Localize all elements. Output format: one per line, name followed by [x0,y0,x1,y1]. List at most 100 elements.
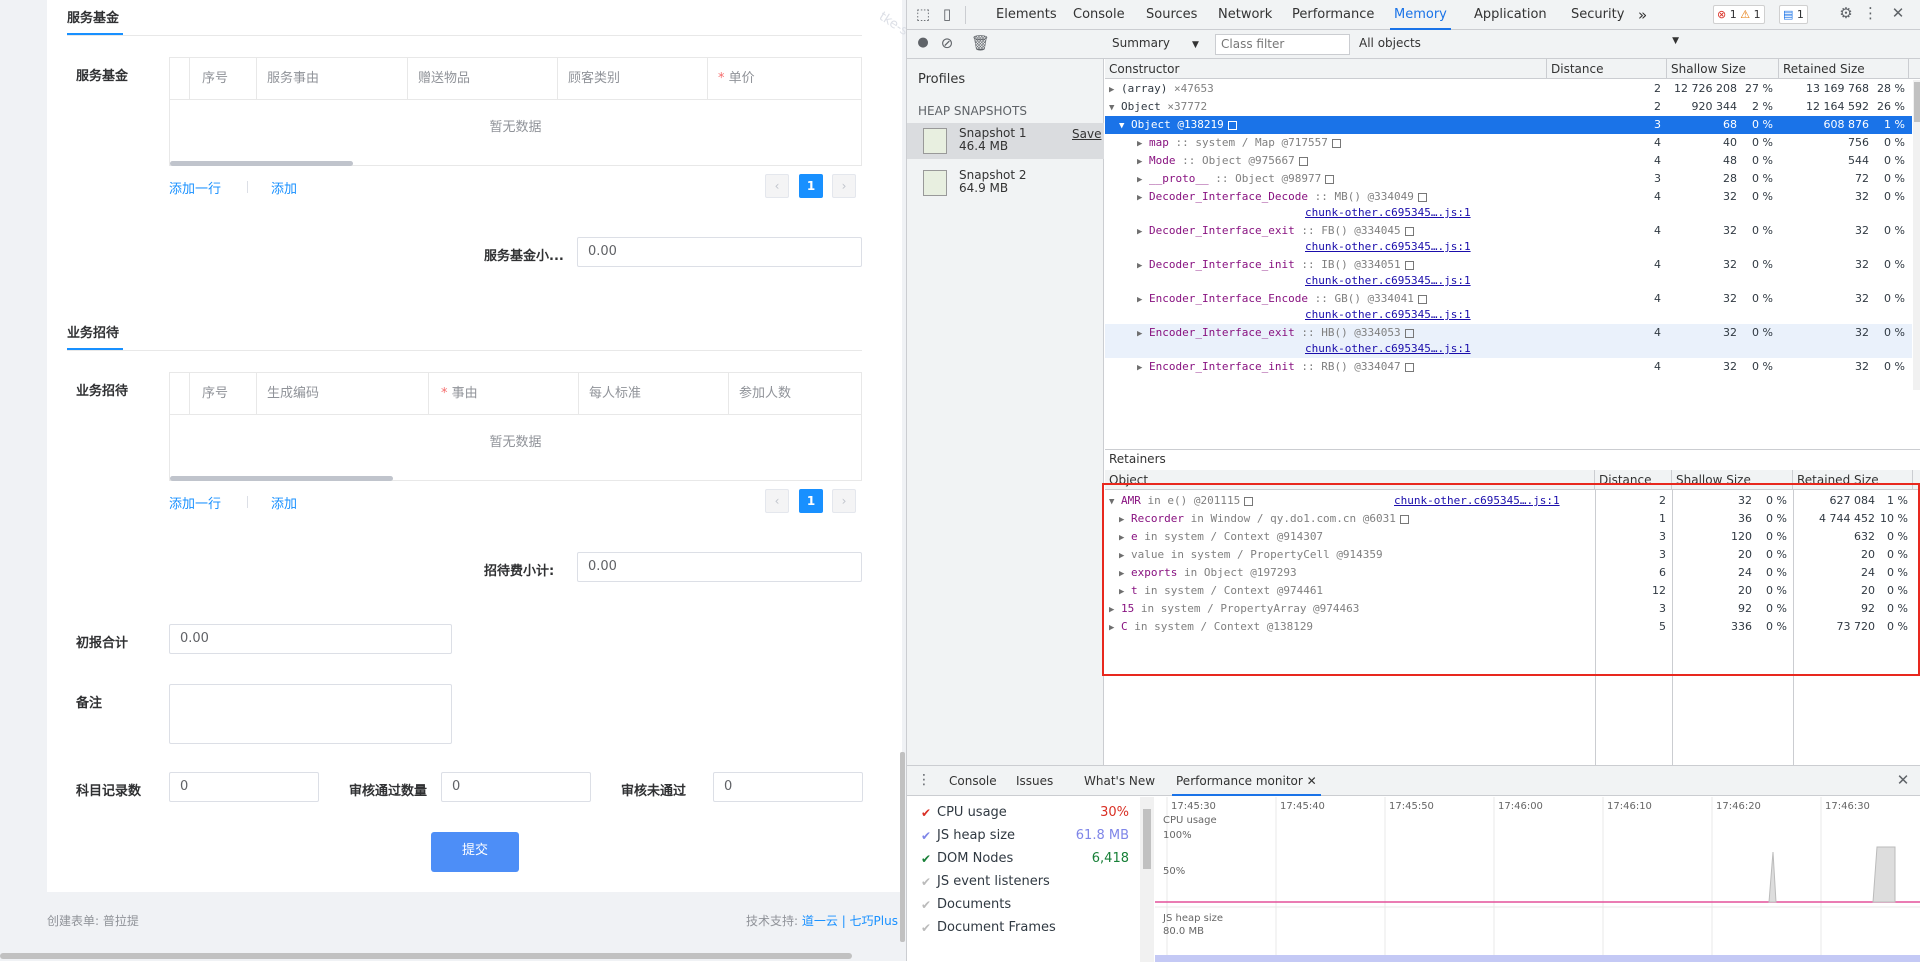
fund-subtotal-input[interactable]: 0.00 [577,237,862,267]
device-toolbar-icon[interactable]: ▯ [938,5,956,23]
heap-row[interactable]: ▶ Decoder_Interface_init :: IB() @334051 4… [1105,256,1912,290]
drawer-tab-performance-monitor[interactable]: Performance monitor ✕ [1172,766,1321,796]
scope-select[interactable]: All objects ▼ [1359,36,1689,50]
source-link[interactable]: chunk-other.c695345….js:1 [1305,306,1471,324]
heap-row[interactable]: ▶ __proto__ :: Object @98977 3 28 0 % 72 0 % [1105,170,1912,188]
tab-security[interactable]: Security [1571,0,1624,30]
messages-counter[interactable]: ▤ 1 [1779,5,1808,24]
trash-icon[interactable]: 🗑 [971,34,990,52]
checkmark-icon[interactable]: ✔ [921,914,931,942]
subject-count-input[interactable]: 0 [169,772,319,802]
tab-network[interactable]: Network [1218,0,1272,30]
initial-total-input[interactable]: 0.00 [169,624,452,654]
expand-triangle-icon[interactable]: ▶ [1137,135,1149,153]
source-link[interactable]: chunk-other.c695345….js:1 [1305,204,1471,222]
heap-row[interactable]: ▶ Encoder_Interface_init :: RB() @334047 4… [1105,358,1912,376]
tab-application[interactable]: Application [1474,0,1547,30]
heap-row[interactable]: ▶ (array) ×47653 2 12 726 208 27 % 13 169 768… [1105,80,1912,98]
expand-triangle-icon[interactable]: ▶ [1137,359,1149,377]
add-link[interactable]: 添加 [271,178,297,197]
next-page-button[interactable]: › [832,489,856,513]
expand-triangle-icon[interactable]: ▶ [1137,257,1149,275]
snapshot-item[interactable]: Snapshot 2 64.9 MB [907,165,1104,201]
expand-triangle-icon[interactable]: ▶ [1137,325,1149,343]
expand-triangle-icon[interactable]: ▼ [1109,99,1121,117]
support-link[interactable]: 道一云 | 七巧Plus [802,914,898,928]
heap-row[interactable]: ▶ Decoder_Interface_Decode :: MB() @33404… [1105,188,1912,222]
class-filter-input[interactable]: Class filter [1215,34,1350,55]
grid-scrollbar[interactable] [1913,80,1920,390]
prev-page-button[interactable]: ‹ [765,489,789,513]
heap-row[interactable]: ▶ Encoder_Interface_exit :: HB() @334053 4… [1105,324,1912,358]
page-vertical-scrollbar[interactable] [900,752,905,942]
col-retained-size[interactable]: Retained Size [1779,59,1909,79]
tab-console[interactable]: Console [1073,0,1125,30]
expand-triangle-icon[interactable]: ▶ [1137,291,1149,309]
heap-row[interactable]: ▶ Decoder_Interface_exit :: FB() @334045 4… [1105,222,1912,256]
issues-counter[interactable]: ⊗ 1 ⚠ 1 [1713,5,1765,24]
add-row-link[interactable]: 添加一行 [169,178,221,197]
expand-triangle-icon[interactable]: ▶ [1137,189,1149,207]
heap-row[interactable]: ▶ Encoder_Interface_Encode :: GB() @33404… [1105,290,1912,324]
more-tabs-button[interactable]: » [1638,0,1647,30]
add-link[interactable]: 添加 [271,493,297,512]
profiles-title: Profiles [918,72,966,87]
col-distance[interactable]: Distance [1547,59,1667,79]
section-divider [67,35,862,36]
hosting-subtotal-input[interactable]: 0.00 [577,552,862,582]
snapshot-item[interactable]: Snapshot 1 46.4 MB Save [907,123,1104,159]
add-row-link[interactable]: 添加一行 [169,493,221,512]
close-icon[interactable]: ✕ [1889,4,1907,22]
table-scrollbar[interactable] [170,476,393,481]
source-link[interactable]: chunk-other.c695345….js:1 [1305,340,1471,358]
metrics-scrollbar[interactable] [1140,797,1154,962]
approved-count-input[interactable]: 0 [441,772,591,802]
inspect-icon[interactable]: ⬚ [914,5,932,23]
tab-sources[interactable]: Sources [1146,0,1197,30]
kebab-menu-icon[interactable]: ⋮ [1863,4,1878,22]
subject-count-label: 科目记录数 [76,784,142,799]
col-constructor[interactable]: Constructor [1105,59,1547,79]
expand-triangle-icon[interactable]: ▶ [1137,153,1149,171]
next-page-button[interactable]: › [832,174,856,198]
heap-row[interactable]: ▶ Mode :: Object @975667 4 48 0 % 544 0 % [1105,152,1912,170]
heap-row[interactable]: ▼ Object ×37772 2 920 344 2 % 12 164 592 26 % [1105,98,1912,116]
heap-row[interactable]: ▶ map :: system / Map @717557 4 40 0 % 756 0 % [1105,134,1912,152]
metric-item[interactable]: ✔ Document Frames [907,914,1137,942]
view-select[interactable]: Summary ▼ [1112,36,1199,50]
drawer-tab-console[interactable]: Console [949,766,997,796]
col-shallow-size[interactable]: Shallow Size [1667,59,1779,79]
heap-row[interactable]: ▼ Object @138219 3 68 0 % 608 876 1 % [1105,116,1912,134]
remark-textarea[interactable] [169,684,452,744]
source-link[interactable]: chunk-other.c695345….js:1 [1305,238,1471,256]
current-page[interactable]: 1 [799,489,823,513]
record-icon[interactable]: ● [915,35,931,50]
submit-button[interactable]: 提交 [431,832,519,872]
source-link[interactable]: chunk-other.c695345….js:1 [1305,272,1471,290]
expand-triangle-icon[interactable]: ▶ [1137,223,1149,241]
expand-triangle-icon[interactable]: ▼ [1119,117,1131,135]
tab-memory[interactable]: Memory [1390,0,1451,30]
clear-icon[interactable]: ⊘ [939,34,955,52]
tab-performance[interactable]: Performance [1292,0,1374,30]
expand-triangle-icon[interactable]: ▶ [1109,81,1121,99]
drawer-tab-issues[interactable]: Issues [1016,766,1053,796]
rejected-count-input[interactable]: 0 [713,772,863,802]
close-drawer-icon[interactable]: ✕ [1895,771,1911,789]
current-page[interactable]: 1 [799,174,823,198]
tab-elements[interactable]: Elements [996,0,1057,30]
settings-gear-icon[interactable]: ⚙ [1837,4,1855,22]
close-tab-icon[interactable]: ✕ [1307,774,1317,788]
section-title-fund: 服务基金 [67,11,120,26]
table-scrollbar[interactable] [170,161,353,166]
square-icon [1404,226,1414,236]
drawer-tab-whats-new[interactable]: What's New [1084,766,1155,796]
save-link[interactable]: Save [1072,127,1101,141]
prev-page-button[interactable]: ‹ [765,174,789,198]
drawer-menu-icon[interactable]: ⋮ [917,772,931,788]
expand-triangle-icon[interactable]: ▶ [1137,171,1149,189]
heap-tick-label: 80.0 MB [1163,926,1204,937]
col-index: 序号 [190,58,257,99]
drawer-tabbar: ⋮ Console Issues What's New Performance … [907,766,1920,796]
page-horizontal-scrollbar[interactable] [0,953,852,959]
